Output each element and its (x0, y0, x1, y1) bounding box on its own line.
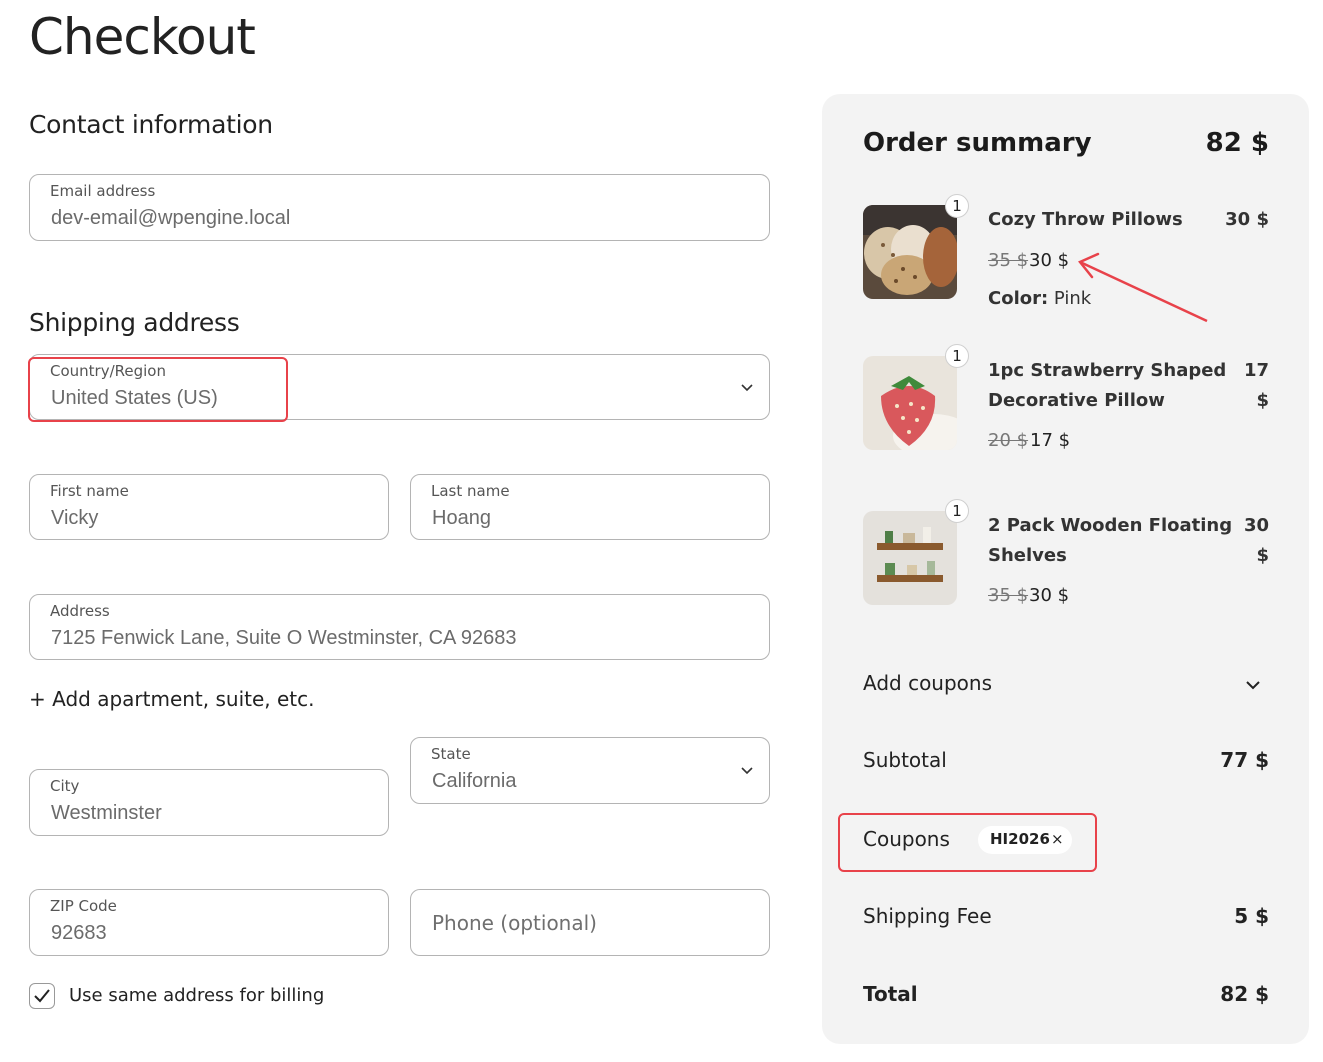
order-summary-total: 82 $ (1205, 128, 1269, 158)
item-name-line2: Shelves (988, 545, 1067, 566)
email-value: dev-email@wpengine.local (51, 207, 291, 229)
zip-label: ZIP Code (50, 897, 117, 915)
state-value: California (432, 770, 517, 792)
item-new-price: 30 $ (1029, 250, 1070, 271)
address-label: Address (50, 602, 110, 620)
shipping-fee-label: Shipping Fee (863, 904, 992, 928)
phone-field[interactable]: Phone (optional) (410, 889, 770, 956)
page-title: Checkout (29, 8, 256, 66)
email-field[interactable]: Email address dev-email@wpengine.local (29, 174, 770, 241)
subtotal-value: 77 $ (1220, 748, 1269, 772)
item-quantity-badge: 1 (945, 194, 969, 218)
item-name-line2: Decorative Pillow (988, 390, 1165, 411)
item-old-price: 20 $ (988, 430, 1029, 451)
contact-section-title: Contact information (29, 110, 273, 139)
chevron-down-icon (741, 384, 753, 392)
city-label: City (50, 777, 80, 795)
phone-placeholder: Phone (optional) (432, 910, 597, 935)
item-price-line1: 30 (1243, 515, 1269, 536)
last-name-field[interactable]: Last name Hoang (410, 474, 770, 540)
chevron-down-icon[interactable] (1244, 676, 1262, 694)
item-name-line1: 2 Pack Wooden Floating (988, 515, 1233, 536)
item-price: 30 $ (1225, 209, 1269, 230)
city-value: Westminster (51, 802, 162, 824)
item-new-price: 17 $ (1030, 430, 1071, 451)
item-new-price: 30 $ (1029, 585, 1070, 606)
item-old-price: 35 $ (988, 585, 1029, 606)
item-name: Cozy Throw Pillows (988, 209, 1183, 230)
item-price-line2: $ (1256, 390, 1269, 411)
annotation-highlight-coupons (838, 813, 1097, 872)
item-price-line2: $ (1256, 545, 1269, 566)
first-name-label: First name (50, 482, 129, 500)
first-name-value: Vicky (51, 507, 99, 529)
subtotal-label: Subtotal (863, 748, 947, 772)
state-label: State (431, 745, 471, 763)
billing-checkbox-label: Use same address for billing (69, 985, 325, 1006)
add-apartment-link[interactable]: + Add apartment, suite, etc. (29, 687, 315, 711)
shipping-section-title: Shipping address (29, 308, 240, 337)
annotation-highlight-country (28, 357, 288, 422)
order-summary-title: Order summary (863, 128, 1092, 158)
total-label: Total (863, 982, 918, 1006)
checkmark-icon (34, 989, 50, 1003)
item-quantity-badge: 1 (945, 499, 969, 523)
state-select[interactable]: State California (410, 737, 770, 804)
email-label: Email address (50, 182, 156, 200)
item-image-cozy-pillows (863, 205, 957, 299)
annotation-arrow-icon (1078, 252, 1208, 323)
address-field[interactable]: Address 7125 Fenwick Lane, Suite O Westm… (29, 594, 770, 660)
zip-field[interactable]: ZIP Code 92683 (29, 889, 389, 956)
address-value: 7125 Fenwick Lane, Suite O Westminster, … (51, 627, 517, 649)
billing-checkbox[interactable] (29, 983, 55, 1009)
item-price-line1: 17 (1243, 360, 1269, 381)
city-field[interactable]: City Westminster (29, 769, 389, 836)
shipping-fee-value: 5 $ (1234, 904, 1269, 928)
last-name-label: Last name (431, 482, 510, 500)
item-color-label: Color: (988, 288, 1049, 309)
first-name-field[interactable]: First name Vicky (29, 474, 389, 540)
item-image-wooden-shelves (863, 511, 957, 605)
last-name-value: Hoang (432, 507, 491, 529)
add-coupons-toggle[interactable]: Add coupons (863, 671, 992, 695)
zip-value: 92683 (51, 922, 107, 944)
total-value: 82 $ (1220, 982, 1269, 1006)
item-old-price: 35 $ (988, 250, 1029, 271)
item-image-strawberry-pillow (863, 356, 957, 450)
item-quantity-badge: 1 (945, 344, 969, 368)
chevron-down-icon (741, 767, 753, 775)
item-name-line1: 1pc Strawberry Shaped (988, 360, 1227, 381)
